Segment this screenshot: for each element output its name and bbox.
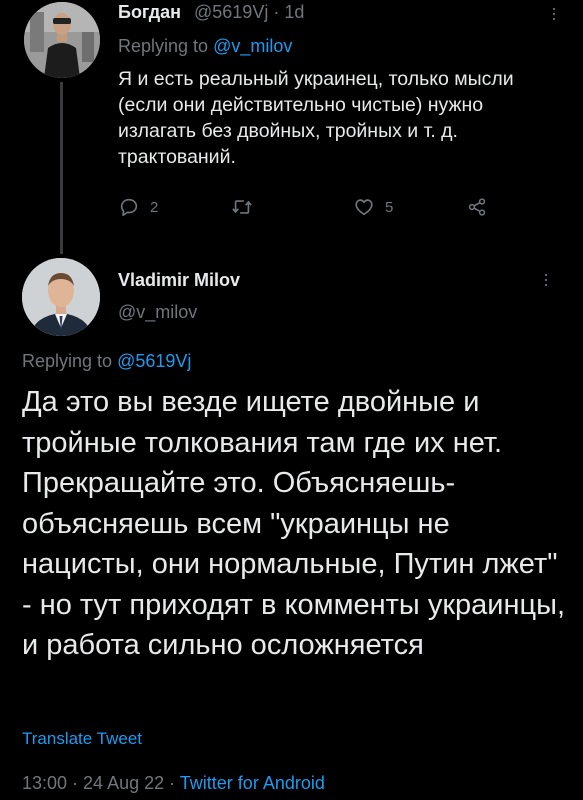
reply-button[interactable]: 2 — [118, 196, 158, 218]
timestamp[interactable]: 13:00 · 24 Aug 22 · — [22, 773, 180, 793]
avatar-bogdan[interactable] — [24, 2, 100, 78]
tweet-source-link[interactable]: Twitter for Android — [180, 773, 325, 793]
retweet-button[interactable] — [231, 196, 263, 218]
tweet-meta: 13:00 · 24 Aug 22 · Twitter for Android — [22, 773, 325, 794]
reply-icon — [120, 198, 138, 217]
share-icon — [468, 198, 486, 216]
author-handle[interactable]: @v_milov — [118, 302, 197, 323]
replying-to: Replying to @v_milov — [118, 36, 292, 57]
more-icon[interactable]: · · · — [551, 0, 557, 27]
translate-tweet-link[interactable]: Translate Tweet — [22, 729, 142, 749]
retweet-icon — [232, 200, 252, 214]
replying-prefix: Replying to — [118, 36, 209, 56]
tweet-text: Да это вы везде ищете двойные и тройные … — [22, 386, 565, 661]
author-handle[interactable]: @5619Vj · 1d — [194, 2, 304, 23]
like-icon — [355, 199, 373, 216]
thread-line — [60, 82, 63, 254]
more-icon[interactable]: · · · — [543, 265, 549, 293]
replying-to: Replying to @5619Vj — [22, 351, 191, 372]
avatar-vladimir-milov[interactable] — [22, 258, 100, 336]
author-name[interactable]: Vladimir Milov — [118, 270, 240, 291]
like-count: 5 — [385, 198, 394, 216]
replying-mention-link[interactable]: @v_milov — [213, 36, 292, 56]
like-button[interactable]: 5 — [353, 196, 393, 218]
tweet-text: Я и есть реальный украинец, только мысли… — [118, 68, 514, 168]
replying-prefix: Replying to — [22, 351, 113, 371]
replying-mention-link[interactable]: @5619Vj — [117, 351, 191, 371]
reply-count: 2 — [150, 198, 159, 216]
author-name[interactable]: Богдан — [118, 2, 181, 23]
share-button[interactable] — [466, 196, 488, 218]
